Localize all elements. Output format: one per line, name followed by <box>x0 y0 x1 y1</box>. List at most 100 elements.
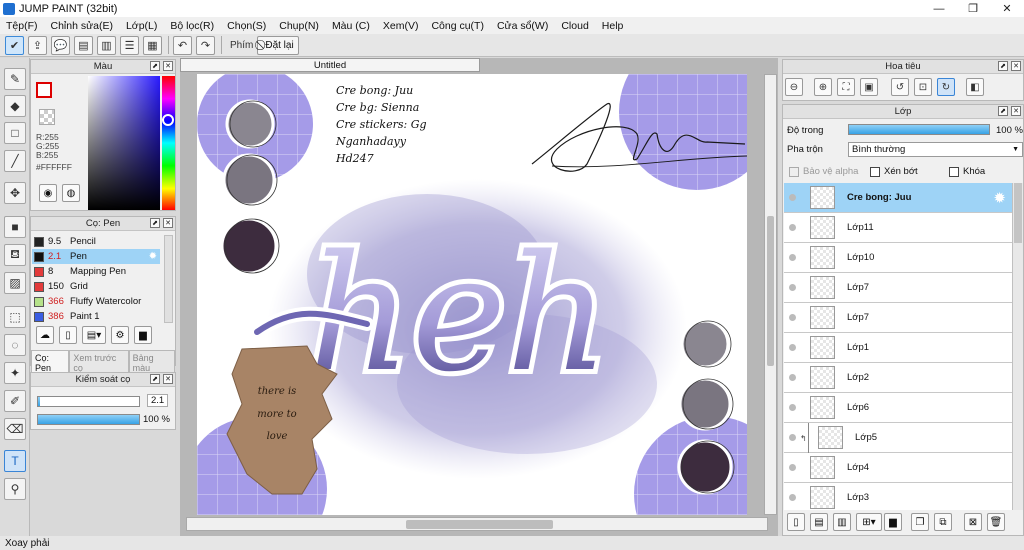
scroll-thumb[interactable] <box>1014 183 1022 243</box>
brush-opacity-slider[interactable] <box>37 414 140 425</box>
lasso-tool-icon[interactable]: ◌ <box>4 334 26 356</box>
visibility-eye-icon[interactable] <box>789 224 796 231</box>
fill-rect-tool-icon[interactable]: ■ <box>4 216 26 238</box>
palette-icon[interactable]: ◉ <box>39 184 57 202</box>
brush-item[interactable]: 9.5 Pencil <box>32 234 160 249</box>
visibility-eye-icon[interactable] <box>789 434 796 441</box>
canvas-vertical-scrollbar[interactable] <box>764 74 777 515</box>
close-panel-icon[interactable]: ✕ <box>163 374 173 384</box>
menu-capture[interactable]: Chụp(N) <box>279 20 319 32</box>
layer-row[interactable]: Cre bong: Juu ✹ <box>784 183 1012 213</box>
bucket-tool-icon[interactable]: ⛾ <box>4 244 26 266</box>
line-tool-icon[interactable]: ╱ <box>4 150 26 172</box>
select-pen-tool-icon[interactable]: ✐ <box>4 390 26 412</box>
foreground-swatch[interactable] <box>36 82 52 98</box>
rotate-right-icon[interactable]: ↻ <box>937 78 955 96</box>
delete-layer-icon[interactable]: 🗑 <box>987 513 1005 531</box>
new-layer-icon[interactable]: ▯ <box>787 513 805 531</box>
brush-item[interactable]: 150 Grid <box>32 279 160 294</box>
comment-icon[interactable]: 💬 <box>51 35 70 55</box>
move-tool-icon[interactable]: ✥ <box>4 182 26 204</box>
visibility-eye-icon[interactable] <box>789 464 796 471</box>
eyedropper-tool-icon[interactable]: ⚲ <box>4 478 26 500</box>
brush-list-scrollbar[interactable] <box>164 235 173 323</box>
canvas-horizontal-scrollbar[interactable] <box>186 517 768 531</box>
brush-size-value[interactable]: 2.1 <box>147 394 169 407</box>
undo-icon[interactable]: ↶ <box>173 35 192 55</box>
layer-row[interactable]: Lớp3 <box>784 483 1012 510</box>
layer-row[interactable]: Lớp1 <box>784 333 1012 363</box>
new-halftone-layer-icon[interactable]: ▥ <box>833 513 851 531</box>
cloud-brush-icon[interactable]: ☁ <box>36 326 54 344</box>
rect-tool-icon[interactable]: □ <box>4 122 26 144</box>
brush-item[interactable]: 366 Fluffy Watercolor <box>32 294 160 309</box>
undock-icon[interactable]: ⬈ <box>150 61 160 71</box>
grid-icon[interactable]: ▦ <box>143 35 162 55</box>
undock-icon[interactable]: ⬈ <box>150 218 160 228</box>
brush-item[interactable]: 2.1 Pen ✹ <box>32 249 160 264</box>
layer-add-menu-icon[interactable]: ⊞▾ <box>856 513 882 531</box>
color-settings-icon[interactable]: ◍ <box>62 184 80 202</box>
close-button[interactable]: ✕ <box>990 0 1024 17</box>
brush-item[interactable]: 386 Paint 1 <box>32 309 160 324</box>
pen-tool-icon[interactable]: ✎ <box>4 68 26 90</box>
brush-item[interactable]: 8 Mapping Pen <box>32 264 160 279</box>
message-icon[interactable]: ▤ <box>74 35 93 55</box>
zoom-in-icon[interactable]: ⊕ <box>814 78 832 96</box>
check-icon[interactable]: ✔ <box>5 35 24 55</box>
list-icon[interactable]: ☰ <box>120 35 139 55</box>
visibility-eye-icon[interactable] <box>789 404 796 411</box>
layer-row[interactable]: Lớp6 <box>784 393 1012 423</box>
rotate-left-icon[interactable]: ↺ <box>891 78 909 96</box>
layer-opacity-slider[interactable] <box>848 124 990 135</box>
close-panel-icon[interactable]: ✕ <box>163 218 173 228</box>
minimize-button[interactable]: — <box>922 0 956 17</box>
layer-row[interactable]: Lớp10 <box>784 243 1012 273</box>
brush-menu-icon[interactable]: ▤▾ <box>82 326 106 344</box>
page-icon[interactable]: ▥ <box>97 35 116 55</box>
visibility-eye-icon[interactable] <box>789 374 796 381</box>
text-tool-icon[interactable]: T <box>4 450 26 472</box>
menu-file[interactable]: Tệp(F) <box>6 20 38 32</box>
menu-cloud[interactable]: Cloud <box>561 20 588 32</box>
brush-folder-icon[interactable]: ▆ <box>134 326 152 344</box>
visibility-eye-icon[interactable] <box>789 344 796 351</box>
visibility-eye-icon[interactable] <box>789 254 796 261</box>
scroll-thumb[interactable] <box>406 520 553 529</box>
visibility-eye-icon[interactable] <box>789 314 796 321</box>
merge-layer-icon[interactable]: ⧉ <box>934 513 952 531</box>
duplicate-layer-icon[interactable]: ❐ <box>911 513 929 531</box>
select-eraser-tool-icon[interactable]: ⌫ <box>4 418 26 440</box>
layer-row[interactable]: Lớp4 <box>784 453 1012 483</box>
visibility-eye-icon[interactable] <box>789 494 796 501</box>
lock-checkbox[interactable]: Khóa <box>949 166 985 177</box>
hue-knob[interactable] <box>162 114 174 126</box>
layer-row[interactable]: Lớp7 <box>784 273 1012 303</box>
gear-icon[interactable]: ✹ <box>993 189 1006 207</box>
layer-row[interactable]: Lớp7 <box>784 303 1012 333</box>
close-panel-icon[interactable]: ✕ <box>163 61 173 71</box>
reset-button[interactable]: ⃠Đặt lại <box>257 35 299 55</box>
protect-alpha-checkbox[interactable]: Bảo vệ alpha <box>789 166 858 177</box>
export-icon[interactable]: ⇪ <box>28 35 47 55</box>
clipping-checkbox[interactable]: Xén bớt <box>870 166 918 177</box>
layer-row[interactable]: ↰ Lớp5 <box>784 423 1012 453</box>
brush-size-slider[interactable] <box>37 396 140 407</box>
new-folder-icon[interactable]: ▆ <box>884 513 902 531</box>
visibility-eye-icon[interactable] <box>789 194 796 201</box>
magic-wand-tool-icon[interactable]: ✦ <box>4 362 26 384</box>
menu-help[interactable]: Help <box>602 20 624 32</box>
layer-row[interactable]: Lớp11 <box>784 213 1012 243</box>
undock-icon[interactable]: ⬈ <box>150 374 160 384</box>
undock-icon[interactable]: ⬈ <box>998 106 1008 116</box>
flip-horizontal-icon[interactable]: ◧ <box>966 78 984 96</box>
zoom-out-icon[interactable]: ⊖ <box>785 78 803 96</box>
menu-edit[interactable]: Chỉnh sửa(E) <box>51 20 113 32</box>
maximize-button[interactable]: ❐ <box>956 0 990 17</box>
document-tab[interactable]: Untitled <box>180 58 480 72</box>
brush-settings-icon[interactable]: ⚙ <box>111 326 129 344</box>
hue-slider[interactable] <box>162 76 175 210</box>
redo-icon[interactable]: ↷ <box>196 35 215 55</box>
clear-layer-icon[interactable]: ⊠ <box>964 513 982 531</box>
menu-color[interactable]: Màu (C) <box>332 20 370 32</box>
